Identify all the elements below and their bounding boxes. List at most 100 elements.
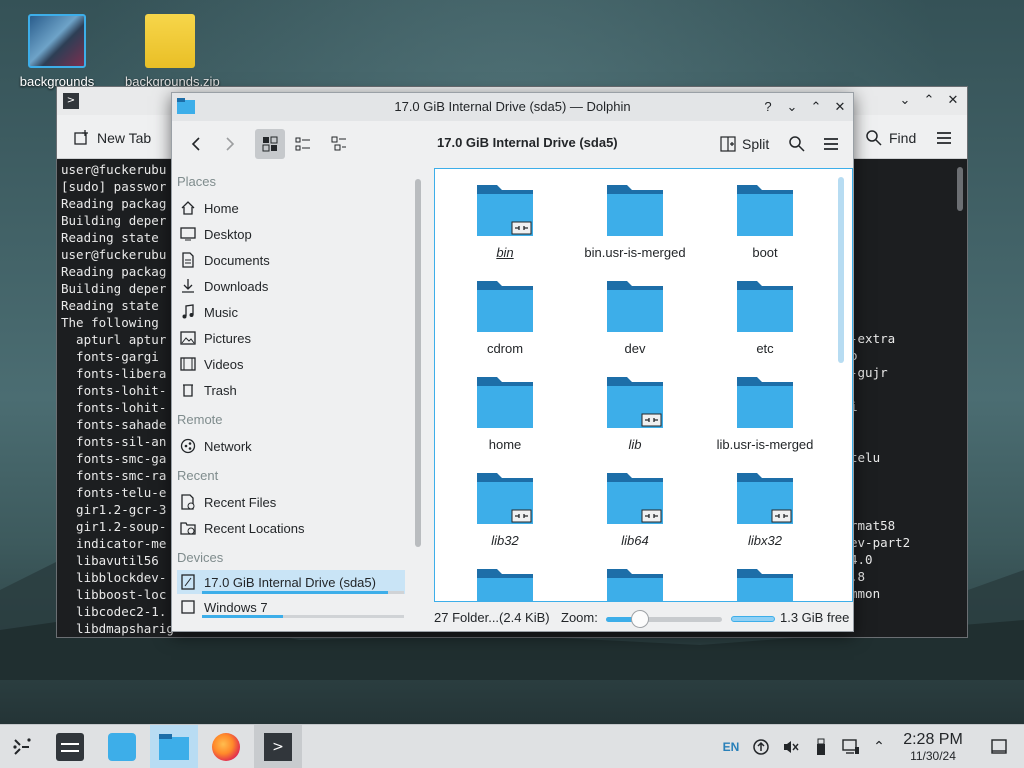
find-button[interactable]: Find bbox=[859, 125, 922, 151]
search-button[interactable] bbox=[782, 129, 812, 159]
task-firefox[interactable] bbox=[204, 725, 248, 768]
folder-item-partial[interactable] bbox=[573, 567, 697, 601]
folder-item[interactable]: lib bbox=[573, 375, 697, 452]
folder-icon bbox=[703, 279, 827, 337]
places-item-label: Windows 7 bbox=[204, 599, 268, 615]
folder-item[interactable]: bin bbox=[443, 183, 567, 260]
chevron-down-icon[interactable]: ⌄ bbox=[784, 99, 800, 115]
chevron-up-icon[interactable]: ⌃ bbox=[921, 93, 937, 109]
terminal-line-tail bbox=[850, 483, 910, 500]
dolphin-titlebar[interactable]: 17.0 GiB Internal Drive (sda5) — Dolphin… bbox=[172, 93, 853, 121]
folder-symlink-icon bbox=[443, 471, 567, 529]
folder-label: boot bbox=[752, 245, 778, 260]
split-button[interactable]: Split bbox=[714, 131, 775, 157]
zoom-slider-handle[interactable] bbox=[631, 610, 649, 628]
menu-icon bbox=[937, 132, 951, 144]
usb-device-icon[interactable] bbox=[810, 737, 832, 757]
places-item-trash[interactable]: Trash bbox=[177, 378, 405, 402]
menu-icon bbox=[824, 138, 838, 150]
find-label: Find bbox=[889, 130, 917, 146]
places-item-label: Network bbox=[204, 438, 252, 454]
chevron-down-icon[interactable]: ⌄ bbox=[897, 93, 913, 109]
folder-item[interactable]: lib.usr-is-merged bbox=[703, 375, 827, 452]
keyboard-layout-indicator[interactable]: EN bbox=[720, 737, 742, 757]
show-desktop-button[interactable] bbox=[988, 737, 1010, 757]
taskbar: > EN ⌃ 2:28 PM 11/30/24 bbox=[0, 724, 1024, 768]
close-icon[interactable]: ✕ bbox=[945, 93, 961, 109]
document-icon bbox=[179, 251, 197, 269]
forward-button[interactable] bbox=[214, 129, 244, 159]
back-button[interactable] bbox=[182, 129, 212, 159]
folder-item[interactable]: lib32 bbox=[443, 471, 567, 548]
places-item-label: Recent Files bbox=[204, 494, 277, 510]
folder-view[interactable]: bin bin.usr-is-merged boot cdrom dev etc home l… bbox=[434, 168, 853, 602]
folder-symlink-icon bbox=[443, 183, 567, 241]
icons-view-button[interactable] bbox=[255, 129, 285, 159]
view-scrollbar[interactable] bbox=[838, 177, 844, 363]
terminal-icon: > bbox=[63, 93, 79, 109]
places-item-home[interactable]: Home bbox=[177, 196, 405, 220]
folder-item-partial[interactable] bbox=[443, 567, 567, 601]
folder-item[interactable]: bin.usr-is-merged bbox=[573, 183, 697, 260]
home-icon bbox=[179, 199, 197, 217]
chevron-up-icon[interactable]: ⌃ bbox=[808, 99, 824, 115]
drive-capacity-fill bbox=[202, 591, 388, 594]
task-konsole[interactable]: > bbox=[254, 725, 302, 768]
places-item-recent-files[interactable]: Recent Files bbox=[177, 490, 405, 514]
places-item-network[interactable]: Network bbox=[177, 434, 405, 458]
terminal-line-tail: o bbox=[850, 347, 910, 364]
folder-item[interactable]: libx32 bbox=[703, 471, 827, 548]
folder-symlink-icon bbox=[573, 471, 697, 529]
places-scrollbar[interactable] bbox=[415, 179, 421, 547]
desktop-icon-backgrounds[interactable]: backgrounds bbox=[12, 14, 102, 89]
details-view-button[interactable] bbox=[324, 129, 354, 159]
picture-icon bbox=[179, 329, 197, 347]
folder-icon bbox=[573, 183, 697, 241]
volume-muted-icon[interactable] bbox=[780, 737, 802, 757]
task-dolphin[interactable] bbox=[150, 725, 198, 768]
terminal-output-right: -extrao-gujr i telu rmat58 ev-part2 4.0 .8 mmon bbox=[850, 330, 910, 602]
folder-item[interactable]: lib64 bbox=[573, 471, 697, 548]
folder-item[interactable]: etc bbox=[703, 279, 827, 356]
places-item-recent-locations[interactable]: Recent Locations bbox=[177, 516, 405, 540]
hard-drive-icon bbox=[179, 598, 197, 616]
zoom-label: Zoom: bbox=[561, 610, 598, 625]
places-item-label: Desktop bbox=[204, 226, 252, 242]
task-discover[interactable] bbox=[100, 725, 144, 768]
folder-item[interactable]: cdrom bbox=[443, 279, 567, 356]
menu-button[interactable] bbox=[816, 129, 846, 159]
clock[interactable]: 2:28 PM 11/30/24 bbox=[898, 731, 968, 763]
download-icon bbox=[179, 277, 197, 295]
help-icon[interactable]: ? bbox=[760, 99, 776, 115]
terminal-scrollbar[interactable] bbox=[957, 167, 963, 211]
places-item-label: 17.0 GiB Internal Drive (sda5) bbox=[204, 574, 376, 590]
folder-label: libx32 bbox=[748, 533, 782, 548]
updates-icon[interactable] bbox=[750, 737, 772, 757]
close-icon[interactable]: ✕ bbox=[832, 99, 848, 115]
terminal-line-tail bbox=[850, 415, 910, 432]
task-system-settings[interactable] bbox=[48, 725, 92, 768]
location-label[interactable]: 17.0 GiB Internal Drive (sda5) bbox=[437, 135, 618, 150]
split-label: Split bbox=[742, 136, 770, 152]
hamburger-menu-button[interactable] bbox=[929, 125, 959, 151]
network-status-icon[interactable] bbox=[840, 737, 862, 757]
chevron-up-icon[interactable]: ⌃ bbox=[870, 737, 888, 757]
app-launcher-button[interactable] bbox=[0, 725, 44, 768]
places-item-videos[interactable]: Videos bbox=[177, 352, 405, 376]
folder-item[interactable]: dev bbox=[573, 279, 697, 356]
dolphin-window[interactable]: 17.0 GiB Internal Drive (sda5) — Dolphin… bbox=[171, 92, 854, 632]
places-item-documents[interactable]: Documents bbox=[177, 248, 405, 272]
new-tab-button[interactable]: New Tab bbox=[67, 125, 157, 151]
folder-item-partial[interactable] bbox=[703, 567, 827, 601]
places-item-downloads[interactable]: Downloads bbox=[177, 274, 405, 298]
show-desktop-icon bbox=[991, 739, 1007, 754]
folder-item[interactable]: home bbox=[443, 375, 567, 452]
places-item-music[interactable]: Music bbox=[177, 300, 405, 324]
folder-item[interactable]: boot bbox=[703, 183, 827, 260]
places-item-label: Documents bbox=[204, 252, 270, 268]
compact-view-button[interactable] bbox=[288, 129, 318, 159]
places-item-desktop[interactable]: Desktop bbox=[177, 222, 405, 246]
terminal-line-tail bbox=[850, 500, 910, 517]
desktop-icon-backgrounds-zip[interactable]: backgrounds.zip bbox=[125, 14, 220, 89]
places-item-pictures[interactable]: Pictures bbox=[177, 326, 405, 350]
